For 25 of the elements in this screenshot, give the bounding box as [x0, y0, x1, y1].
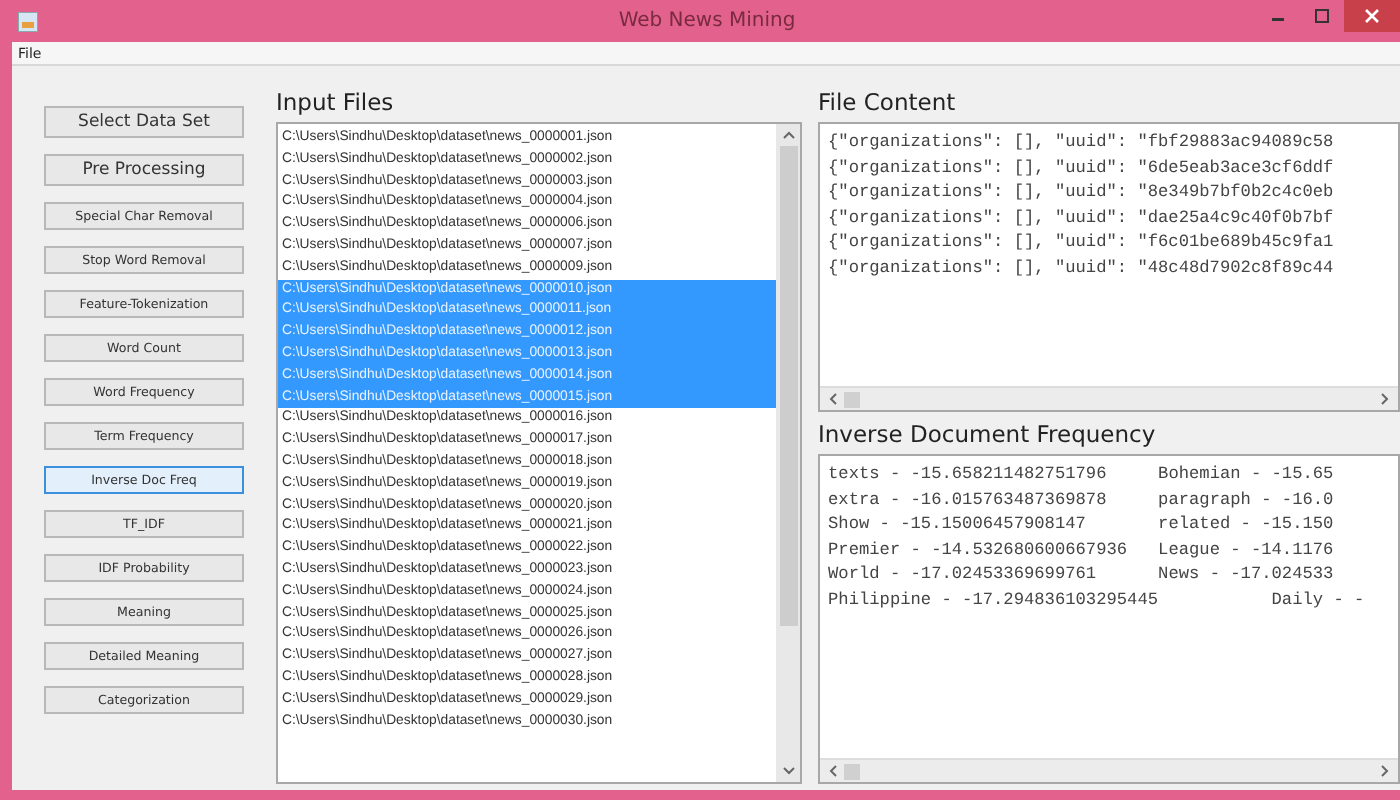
close-button[interactable] — [1344, 0, 1400, 32]
code-line: {"organizations": [], "uuid": "48c48d7902c8f89c44 — [828, 255, 1336, 280]
section-title: File Content — [818, 86, 958, 120]
scrollbar-thumb[interactable] — [844, 391, 860, 407]
idf-line: World - -17.02453369699761 News - -17.024533 — [828, 562, 1336, 587]
section-title: Inverse Document Frequency — [818, 418, 1158, 452]
app-icon — [18, 11, 38, 31]
code-line: {"organizations": [], "uuid": "dae25a4c9c40f0b7bf — [828, 205, 1336, 230]
scrollbar-thumb[interactable] — [844, 763, 860, 779]
code-line: {"organizations": [], "uuid": "6de5eab3ace3cf6ddf — [828, 155, 1336, 180]
maximize-icon[interactable] — [1314, 8, 1331, 24]
action-button[interactable]: Pre Processing — [44, 154, 244, 186]
idf-line: Premier - -14.532680600667936 League - -14.1176 — [828, 537, 1336, 562]
action-button[interactable]: Select Data Set — [44, 106, 244, 138]
idf-line: Show - -15.15006457908147 related - -15.150 — [828, 512, 1336, 537]
idf-line: extra - -16.015763487369878 paragraph - -16.0 — [828, 487, 1336, 512]
idf-line: Philippine - -17.294836103295445 Daily - - — [828, 587, 1367, 612]
section-title: Input Files — [276, 86, 396, 120]
idf-line: texts - -15.658211482751796 Bohemian - -15.65 — [828, 462, 1336, 487]
code-line: {"organizations": [], "uuid": "fbf29883ac94089c58 — [828, 130, 1336, 155]
vertical-scrollbar[interactable] — [776, 124, 800, 782]
window-title: Web News Mining — [618, 10, 796, 32]
close-icon[interactable] — [1364, 8, 1381, 24]
code-line: {"organizations": [], "uuid": "8e349b7bf0b2c4c0eb — [828, 180, 1336, 205]
code-line: {"organizations": [], "uuid": "f6c01be689b45c9fa1 — [828, 230, 1336, 255]
